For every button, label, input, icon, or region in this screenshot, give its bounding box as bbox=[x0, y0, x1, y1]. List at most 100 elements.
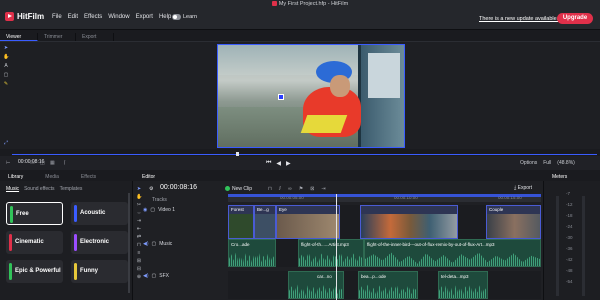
tab-media[interactable]: Media bbox=[41, 173, 63, 181]
video-clip[interactable]: Forest bbox=[228, 205, 254, 239]
link-icon[interactable]: ∞ bbox=[288, 186, 292, 192]
step-back-icon[interactable]: ◀ bbox=[276, 160, 281, 167]
mask-tool-icon[interactable]: ▢ bbox=[3, 72, 9, 78]
tab-trimmer[interactable]: Trimmer bbox=[38, 33, 76, 41]
lock-icon[interactable]: ⊠ bbox=[310, 186, 314, 192]
subtab-templates[interactable]: Templates bbox=[60, 186, 83, 192]
tab-library[interactable]: Library bbox=[4, 173, 27, 181]
select-tool-icon[interactable]: ➤ bbox=[3, 45, 9, 51]
window-title: My First Project.hfp - HitFilm bbox=[240, 1, 380, 7]
track-name-sfx[interactable]: SFX bbox=[159, 273, 169, 279]
editor-timecode[interactable]: 00:00:08:16 bbox=[160, 184, 197, 191]
razor-tool-icon[interactable]: ✂ bbox=[136, 202, 142, 210]
lock-track-icon[interactable]: ▢ bbox=[150, 207, 155, 213]
snapshot-icon[interactable]: ◱ bbox=[40, 160, 45, 166]
update-link[interactable]: There is a new update available. bbox=[479, 16, 558, 22]
quality-dropdown[interactable]: Full bbox=[543, 160, 551, 166]
split-icon[interactable]: ⫽ bbox=[279, 186, 281, 192]
skip-back-icon[interactable]: ⏮ bbox=[266, 160, 271, 167]
track-name-music[interactable]: Music bbox=[159, 241, 172, 247]
new-clip-button[interactable]: New Clip bbox=[225, 186, 252, 192]
music-card-free[interactable]: Free bbox=[6, 202, 63, 225]
music-card-funny[interactable]: Funny bbox=[71, 260, 128, 283]
viewer-scrubber[interactable] bbox=[12, 154, 597, 155]
tab-meters[interactable]: Meters bbox=[548, 173, 571, 181]
menu-export[interactable]: Export bbox=[136, 14, 153, 20]
tab-export[interactable]: Export bbox=[76, 33, 114, 41]
video-clip[interactable]: Eye bbox=[276, 205, 340, 239]
hand-tool-icon[interactable]: ✋ bbox=[3, 54, 9, 60]
track-name-video[interactable]: Video 1 bbox=[158, 207, 175, 213]
music-card-electronic[interactable]: Electronic bbox=[71, 231, 128, 254]
lock-track-icon[interactable]: ▢ bbox=[152, 273, 157, 279]
video-preview-frame[interactable] bbox=[217, 44, 405, 148]
library-scrollbar[interactable] bbox=[128, 193, 130, 293]
tab-viewer[interactable]: Viewer bbox=[0, 33, 38, 41]
audio-clip[interactable]: bea...p...ode bbox=[358, 271, 418, 299]
speaker-icon[interactable]: ◀) bbox=[143, 241, 149, 247]
insert-tool-icon[interactable]: ⊞ bbox=[136, 258, 142, 266]
zoom-readout[interactable]: (48.8%) bbox=[557, 160, 575, 166]
timeline-playhead[interactable] bbox=[336, 194, 337, 300]
roll-tool-icon[interactable]: ⇤ bbox=[136, 226, 142, 234]
menu-window[interactable]: Window bbox=[108, 14, 129, 20]
grid-icon[interactable]: ▦ bbox=[50, 160, 55, 166]
meter-scale-label: -42 bbox=[566, 257, 573, 262]
overwrite-tool-icon[interactable]: ⊟ bbox=[136, 266, 142, 274]
subtab-sound-effects[interactable]: Sound effects bbox=[24, 186, 55, 192]
speaker-icon[interactable]: ◀) bbox=[143, 273, 149, 279]
music-card-acoustic[interactable]: Acoustic bbox=[71, 202, 128, 225]
upgrade-button[interactable]: Upgrade bbox=[557, 13, 593, 24]
select-tool-icon[interactable]: ➤ bbox=[136, 186, 142, 194]
fit-icon[interactable]: ▭ bbox=[30, 160, 35, 166]
hand-tool-icon[interactable]: ✋ bbox=[136, 194, 142, 202]
snapping-icon[interactable]: ⊓ bbox=[268, 186, 272, 192]
learn-toggle[interactable] bbox=[172, 14, 181, 20]
snap-tool-icon[interactable]: ⊓ bbox=[136, 242, 142, 250]
audio-clip[interactable]: flight-of-the-inner-bird---out-of-flux-r… bbox=[364, 239, 541, 267]
work-area-bar[interactable] bbox=[228, 194, 541, 197]
text-tool-icon[interactable]: A bbox=[3, 63, 9, 69]
zoom-tool-icon[interactable]: ⊕ bbox=[136, 274, 142, 282]
audio-clip[interactable]: Cro...ade bbox=[228, 239, 276, 267]
link-tool-icon[interactable]: ⤢ bbox=[3, 140, 9, 146]
subtab-music[interactable]: Music bbox=[6, 186, 19, 192]
project-file-icon bbox=[271, 1, 277, 6]
tab-editor[interactable]: Editor bbox=[138, 173, 159, 181]
visibility-icon[interactable]: ◉ bbox=[143, 207, 147, 213]
pen-tool-icon[interactable]: ✎ bbox=[3, 81, 9, 87]
lock-track-icon[interactable]: ▢ bbox=[152, 241, 157, 247]
track-header-video: ◉ ▢ Video 1 bbox=[143, 207, 228, 213]
menu-effects[interactable]: Effects bbox=[84, 14, 102, 20]
track-tool-icon[interactable]: ≡ bbox=[136, 250, 142, 258]
slip-tool-icon[interactable]: ⇔ bbox=[136, 210, 142, 218]
ripple-tool-icon[interactable]: ⇥ bbox=[136, 218, 142, 226]
audio-clip[interactable]: flight-of-th......Artist.mp3 bbox=[298, 239, 364, 267]
marker-icon[interactable]: ⚑ bbox=[299, 186, 303, 192]
meter-right-channel bbox=[582, 196, 585, 296]
music-card-epic-powerful[interactable]: Epic & Powerful bbox=[6, 260, 63, 283]
viewer-right-controls: Options Full (48.8%) bbox=[520, 160, 575, 166]
rate-tool-icon[interactable]: ⇄ bbox=[136, 234, 142, 242]
video-clip[interactable] bbox=[360, 205, 458, 239]
clip-thumbnail bbox=[277, 214, 339, 238]
video-clip[interactable]: Be...g bbox=[254, 205, 276, 239]
video-clip[interactable]: Couple bbox=[486, 205, 541, 239]
tab-effects[interactable]: Effects bbox=[77, 173, 100, 181]
options-dropdown[interactable]: Options bbox=[520, 160, 537, 166]
music-card-cinematic[interactable]: Cinematic bbox=[6, 231, 63, 254]
bracket-icon[interactable]: ⌈ bbox=[64, 160, 66, 166]
audio-waveform bbox=[299, 252, 363, 266]
playback-controls: ⏮ ◀ ▶ bbox=[266, 160, 291, 167]
menu-help[interactable]: Help bbox=[159, 14, 171, 20]
set-in-icon[interactable]: ⊢ bbox=[6, 160, 10, 166]
menu-file[interactable]: File bbox=[52, 14, 62, 20]
play-icon[interactable]: ▶ bbox=[286, 160, 291, 167]
transform-handle[interactable] bbox=[278, 94, 284, 100]
export-button[interactable]: ⤓ Export bbox=[514, 185, 532, 191]
audio-clip[interactable]: tel-deta...mp3 bbox=[438, 271, 488, 299]
timeline-settings-icon[interactable]: ⚙ bbox=[149, 186, 153, 192]
clip-thumbnail bbox=[487, 214, 540, 238]
ripple-icon[interactable]: ⇥ bbox=[321, 186, 325, 192]
menu-edit[interactable]: Edit bbox=[68, 14, 78, 20]
